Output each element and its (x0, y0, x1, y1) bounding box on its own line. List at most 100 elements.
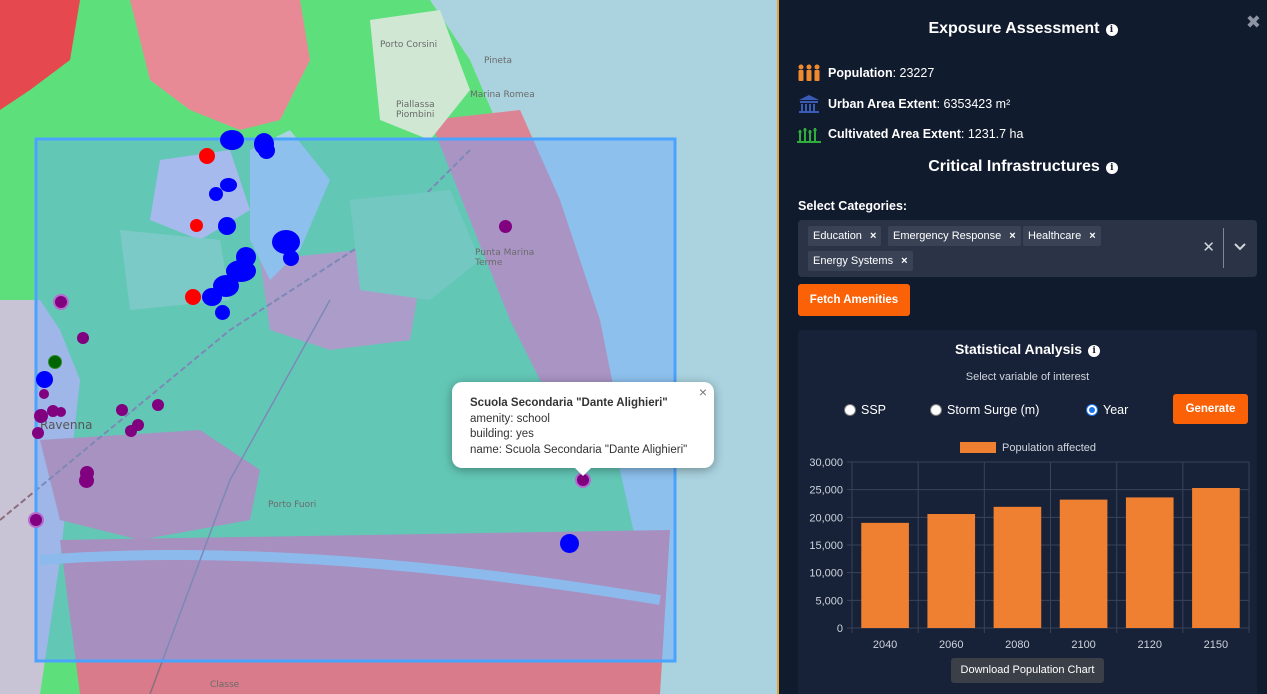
healthcare-marker[interactable] (79, 473, 94, 488)
healthcare-marker[interactable] (125, 425, 137, 437)
popup-amenity: amenity: school (470, 412, 550, 425)
population-chart: 30,000 25,000 20,000 15,000 10,000 5,000 0 204… (809, 442, 1250, 651)
popup-title: Scuola Secondaria "Dante Alighieri" (470, 397, 668, 409)
healthcare-marker[interactable] (32, 427, 44, 439)
bar[interactable] (1125, 497, 1174, 628)
y-tick-label: 10,000 (809, 568, 843, 580)
education-marker[interactable] (220, 130, 244, 150)
population-value: : 23227 (892, 66, 935, 80)
map-label-marina-romea: Marina Romea (470, 90, 535, 100)
cultivated-value: : 1231.7 ha (960, 127, 1024, 141)
chip-label: Healthcare (1028, 230, 1082, 242)
radio-ssp[interactable]: SSP (844, 403, 886, 417)
y-tick-label: 5,000 (815, 595, 843, 607)
stats-title: Statistical Analysis i (798, 341, 1257, 357)
education-marker[interactable] (258, 142, 275, 159)
education-marker[interactable] (560, 534, 579, 553)
chip-label: Emergency Response (893, 230, 1002, 242)
x-tick-label: 2040 (873, 639, 897, 651)
healthcare-marker[interactable] (499, 220, 512, 233)
chip-remove-button[interactable]: × (1089, 230, 1095, 242)
chip-remove-button[interactable]: × (901, 255, 907, 267)
map-view[interactable]: Ravenna Porto Corsini Marina Romea Punta… (0, 0, 777, 694)
radio-button-selected[interactable] (1086, 404, 1098, 416)
info-icon[interactable]: i (1088, 345, 1101, 357)
map-label-ravenna: Ravenna (40, 418, 93, 432)
radio-button[interactable] (930, 404, 942, 416)
emergency-marker[interactable] (199, 148, 215, 164)
healthcare-marker[interactable] (77, 332, 89, 344)
bar[interactable] (1059, 499, 1108, 628)
map-label-punta-marina: Punta Marina Terme (475, 248, 535, 268)
education-marker[interactable] (202, 288, 222, 306)
chip-label: Education (813, 230, 862, 242)
urban-label: Urban Area Extent (828, 97, 937, 111)
chip-energy-systems: Energy Systems × (808, 251, 913, 271)
radio-button[interactable] (844, 404, 856, 416)
clear-all-icon[interactable]: ✕ (1202, 238, 1215, 256)
urban-value: : 6353423 m² (936, 97, 1011, 111)
education-marker[interactable] (215, 305, 230, 320)
statistical-analysis-card: Statistical Analysis i Select variable of… (798, 330, 1257, 694)
map-label-classe: Classe (210, 680, 240, 690)
radio-storm-surge[interactable]: Storm Surge (m) (930, 403, 1039, 417)
chip-remove-button[interactable]: × (870, 230, 876, 242)
multiselect-divider (1223, 228, 1224, 268)
energy-marker[interactable] (48, 355, 62, 369)
stats-subtitle: Select variable of interest (965, 371, 1090, 383)
x-tick-label: 2120 (1138, 639, 1162, 651)
popup-building: building: yes (470, 428, 534, 440)
chip-remove-button[interactable]: × (1009, 230, 1015, 242)
info-icon[interactable]: i (1105, 24, 1118, 36)
amenity-popup: × Scuola Secondaria "Dante Alighieri" am… (452, 382, 714, 476)
bar[interactable] (993, 506, 1042, 628)
radio-year[interactable]: Year (1086, 403, 1128, 417)
side-panel: ✖ Exposure Assessment i Population: 23227… (777, 0, 1267, 694)
cultivated-metric: Cultivated Area Extent: 1231.7 ha (797, 124, 1023, 144)
people-icon (798, 64, 820, 81)
categories-multiselect[interactable]: Education × Emergency Response × Healthcar… (798, 220, 1257, 277)
popup-tip (574, 467, 592, 476)
healthcare-marker[interactable] (116, 404, 128, 416)
bar[interactable] (927, 514, 976, 628)
healthcare-marker[interactable] (39, 389, 49, 399)
healthcare-marker[interactable] (28, 512, 44, 528)
radio-label: SSP (861, 403, 887, 417)
stats-title-text: Statistical Analysis (954, 341, 1083, 357)
healthcare-marker[interactable] (152, 399, 164, 411)
download-chart-button[interactable]: Download Population Chart (951, 658, 1104, 683)
legend-swatch (960, 442, 996, 453)
chip-emergency-response: Emergency Response × (888, 226, 1021, 246)
map-base-layer (0, 0, 777, 694)
education-marker[interactable] (36, 371, 53, 388)
map-label-porto-corsini: Porto Corsini (380, 40, 438, 50)
bar[interactable] (1192, 488, 1240, 628)
chip-healthcare: Healthcare × (1023, 226, 1101, 246)
healthcare-marker[interactable] (56, 407, 66, 417)
education-marker[interactable] (220, 178, 237, 192)
x-tick-label: 2100 (1071, 639, 1095, 651)
popup-close-button[interactable]: × (699, 384, 707, 401)
map-label-piombini: Piallassa Piombini (396, 100, 435, 120)
info-icon[interactable]: i (1105, 162, 1118, 174)
education-marker[interactable] (218, 217, 236, 235)
fetch-amenities-button[interactable]: Fetch Amenities (798, 284, 910, 316)
y-tick-label: 30,000 (809, 457, 843, 469)
healthcare-marker[interactable] (53, 294, 69, 310)
generate-button[interactable]: Generate (1173, 394, 1248, 424)
education-marker[interactable] (209, 187, 223, 201)
exposure-title-text: Exposure Assessment (928, 20, 1100, 37)
chevron-down-icon[interactable] (1233, 239, 1247, 253)
map-label-porto-fuori: Porto Fuori (268, 500, 317, 510)
emergency-marker[interactable] (185, 289, 201, 305)
healthcare-marker[interactable] (34, 409, 48, 423)
emergency-marker[interactable] (190, 219, 203, 232)
select-categories-label: Select Categories: (798, 199, 908, 213)
building-icon (799, 95, 819, 113)
radio-label: Year (1103, 403, 1129, 417)
bar[interactable] (861, 522, 909, 628)
x-tick-label: 2060 (939, 639, 963, 651)
y-tick-label: 15,000 (809, 540, 843, 552)
education-marker[interactable] (283, 250, 299, 266)
chip-label: Energy Systems (813, 255, 894, 267)
